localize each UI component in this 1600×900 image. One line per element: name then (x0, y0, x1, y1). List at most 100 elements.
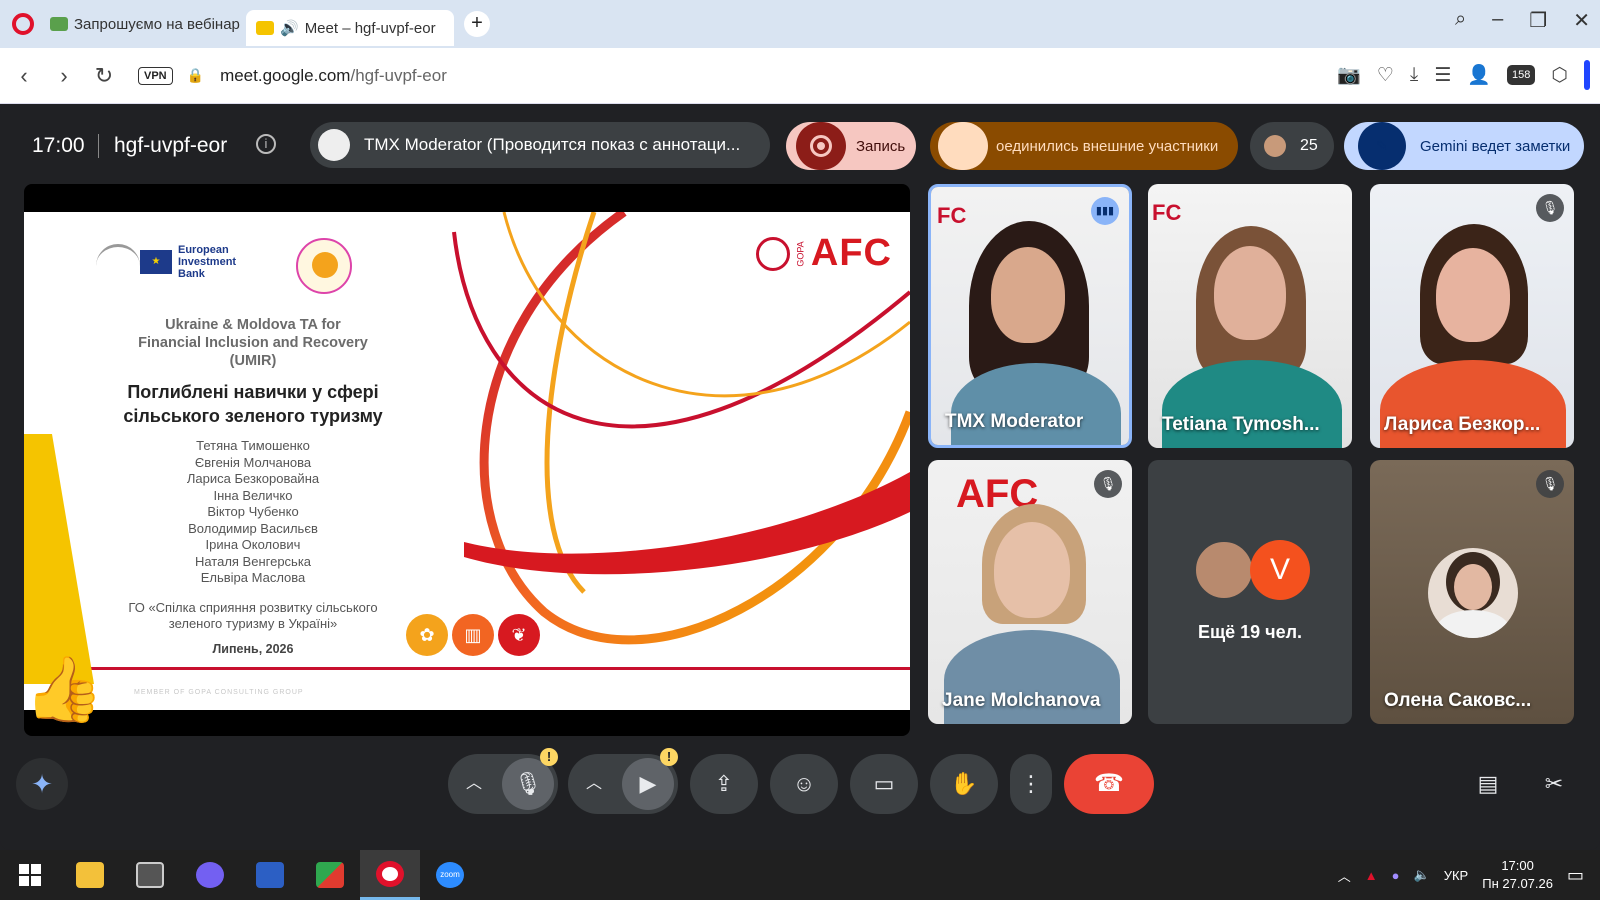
org-line: зеленого туризму в Україні» (168, 616, 338, 631)
participant-tile-larysa[interactable]: 🎙 Лариса Безкор... (1370, 184, 1574, 448)
tray-viber-icon[interactable]: ● (1392, 868, 1400, 883)
participant-tile-jane[interactable]: AFC 🎙 Jane Molchanova (928, 460, 1132, 724)
camera-options-chevron-icon[interactable]: ︿ (574, 754, 614, 814)
url-field[interactable]: meet.google.com/hgf-uvpf-eor (220, 66, 447, 86)
tray-chevron-icon[interactable]: ︿ (1338, 866, 1351, 885)
meeting-controls: ✦ ︿ 🎙 ! ︿ ▶ ! ⇪ ☺ ▭ ✋ ⋮ ☎ ▤ ✂ (0, 748, 1600, 834)
slide-organization: ГО «Спілка сприяння розвитку сільського … (110, 600, 396, 632)
viber-icon (196, 862, 224, 888)
meet-header: 17:00 hgf-uvpf-eor i TMX Moderator (Пров… (0, 114, 1600, 174)
extensions-cube-icon[interactable]: ⬡ (1551, 64, 1568, 87)
vpn-badge[interactable]: VPN (138, 66, 173, 85)
more-participants-tile[interactable]: V Ещё 19 чел. (1148, 460, 1352, 724)
profile-icon[interactable]: 👤 (1467, 63, 1491, 87)
buildings-icon: ▥ (452, 614, 494, 656)
participant-name: Лариса Безкор... (1384, 414, 1541, 435)
save-app[interactable] (240, 850, 300, 900)
download-icon[interactable]: ⤓ (1410, 64, 1418, 86)
url-host: meet.google.com (220, 65, 351, 85)
tab-webinar-invite[interactable]: Запрошуємо на вебінар (40, 6, 240, 42)
opera-app[interactable] (360, 850, 420, 900)
tray-app-icon[interactable]: ▲ (1365, 868, 1378, 883)
more-options-button[interactable]: ⋮ (1010, 754, 1052, 814)
zoom-app[interactable]: zoom (420, 850, 480, 900)
presenter-avatar (318, 129, 350, 161)
emoji-reactions-button[interactable]: ☺ (770, 754, 838, 814)
address-bar: ‹ › ↻ VPN 🔒 meet.google.com/hgf-uvpf-eor… (0, 48, 1600, 104)
author-name: Тетяна Тимошенко (196, 438, 310, 453)
lock-icon[interactable]: 🔒 (187, 67, 204, 84)
video-feed: FC (931, 187, 1129, 445)
presenting-chip[interactable]: TMX Moderator (Проводится показ с аннота… (310, 122, 770, 168)
browser-tab-bar: Запрошуємо на вебінар 🔊 Meet – hgf-uvpf-… (0, 0, 1600, 48)
snapshot-icon[interactable]: 📷 (1337, 63, 1361, 87)
volume-icon[interactable]: 🔈 (1414, 867, 1430, 883)
activities-tools-icon[interactable]: ✂ (1532, 762, 1576, 806)
author-name: Ельвіра Маслова (200, 570, 306, 585)
chat-icon[interactable]: ▤ (1466, 762, 1510, 806)
slide-subtitle: Ukraine & Moldova TA for Financial Inclu… (110, 316, 396, 370)
easy-setup-icon[interactable]: ☰ (1434, 64, 1451, 87)
header-divider (98, 134, 99, 158)
wheat-icon: ✿ (406, 614, 448, 656)
viber-app[interactable] (180, 850, 240, 900)
participant-tile-tmx-moderator[interactable]: FC ▮▮▮ TMX Moderator (928, 184, 1132, 448)
back-icon[interactable]: ‹ (4, 63, 44, 89)
slide-authors: Тетяна Тимошенко Євгенія Молчанова Ларис… (110, 438, 396, 587)
backdrop-logo: FC (937, 203, 967, 228)
participant-tile-olena[interactable]: 🎙 Олена Саковс... (1370, 460, 1574, 724)
camera-warning-badge: ! (660, 748, 678, 766)
recording-chip[interactable]: Запись (786, 122, 916, 170)
gemini-spark-button[interactable]: ✦ (16, 758, 68, 810)
participants-avatar-icon (1264, 135, 1286, 157)
minimize-icon[interactable]: – (1492, 8, 1503, 33)
calculator-app[interactable] (120, 850, 180, 900)
notifications-icon[interactable]: ▭ (1567, 865, 1584, 886)
author-name: Лариса Безкоровайна (186, 471, 320, 486)
participant-tile-tetiana[interactable]: FC Tetiana Tymosh... (1148, 184, 1352, 448)
tray-clock[interactable]: 17:00 Пн 27.07.26 (1482, 857, 1553, 893)
mail-icon (50, 17, 68, 31)
association-seal-logo (296, 238, 352, 294)
tray-date: Пн 27.07.26 (1482, 876, 1553, 891)
search-icon[interactable]: ⌕ (1455, 8, 1466, 33)
camera-icon (256, 21, 274, 35)
present-screen-button[interactable]: ⇪ (690, 754, 758, 814)
presentation-stage[interactable]: ★ European Investment Bank GOPA AFC Ukra… (24, 184, 910, 736)
start-button[interactable] (0, 850, 60, 900)
window-controls: ⌕ – ❐ ✕ (1455, 8, 1590, 33)
reload-icon[interactable]: ↻ (84, 63, 124, 89)
extension-badge[interactable]: 158 (1507, 65, 1536, 85)
author-name: Наталя Венгерська (194, 553, 312, 569)
gemini-notes-chip[interactable]: ✎ Gemini ведет заметки (1344, 122, 1584, 170)
opera-logo-icon[interactable] (12, 13, 34, 35)
speaker-icon: 🔊 (280, 20, 299, 37)
mic-options-chevron-icon[interactable]: ︿ (454, 754, 494, 814)
video-feed: AFC (928, 460, 1132, 724)
participant-avatar (1194, 540, 1254, 600)
heart-icon[interactable]: ♡ (1377, 64, 1394, 87)
participant-name: Tetiana Tymosh... (1162, 414, 1320, 435)
video-feed (1370, 184, 1574, 448)
mic-off-icon: 🎙 (1536, 194, 1564, 222)
windows-taskbar: zoom ︿ ▲ ● 🔈 УКР 17:00 Пн 27.07.26 ▭ (0, 850, 1600, 900)
photo-app[interactable] (300, 850, 360, 900)
participants-chip[interactable]: 25 (1250, 122, 1334, 170)
external-participants-chip[interactable]: ▦ оединились внешние участники (930, 122, 1238, 170)
leave-call-button[interactable]: ☎ (1064, 754, 1154, 814)
external-label: оединились внешние участники (996, 137, 1219, 155)
title-line: Поглиблені навички у сфері (127, 382, 379, 402)
forward-icon[interactable]: › (44, 63, 84, 89)
subtitle-line: (UMIR) (229, 353, 277, 369)
info-icon[interactable]: i (256, 134, 276, 154)
new-tab-button[interactable]: + (464, 11, 490, 37)
tab-label: Запрошуємо на вебінар (74, 15, 240, 33)
file-explorer-app[interactable] (60, 850, 120, 900)
tab-meet[interactable]: 🔊 Meet – hgf-uvpf-eor (246, 10, 454, 46)
close-icon[interactable]: ✕ (1573, 8, 1590, 33)
captions-button[interactable]: ▭ (850, 754, 918, 814)
tray-time: 17:00 (1501, 858, 1534, 873)
language-indicator[interactable]: УКР (1444, 868, 1469, 883)
restore-icon[interactable]: ❐ (1529, 8, 1547, 33)
raise-hand-button[interactable]: ✋ (930, 754, 998, 814)
